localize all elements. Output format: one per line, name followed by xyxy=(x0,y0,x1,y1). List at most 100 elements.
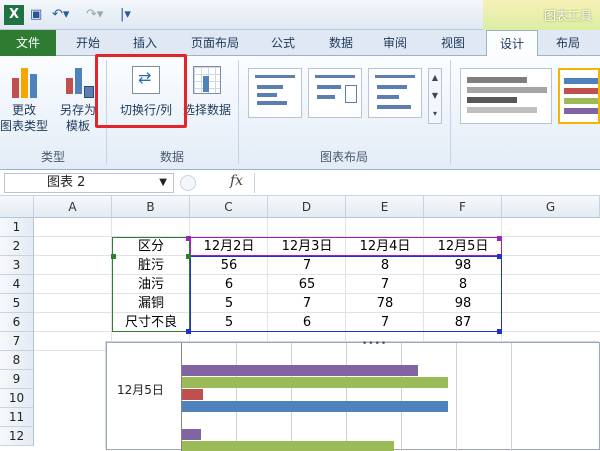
group-separator xyxy=(450,60,451,164)
table-cell[interactable]: 56 xyxy=(190,256,268,275)
row-header-10[interactable]: 10 xyxy=(0,389,34,408)
chart-bar[interactable] xyxy=(182,365,418,376)
name-box-value: 图表 2 xyxy=(47,175,86,190)
table-header-cell[interactable]: 区分 xyxy=(112,237,190,256)
chart-bar[interactable] xyxy=(182,429,201,440)
row-header-1[interactable]: 1 xyxy=(0,218,34,237)
chart-layout-1-thumbnail[interactable] xyxy=(248,68,302,118)
change-chart-type-button[interactable]: 更改 图表类型 xyxy=(0,60,48,144)
tab-insert[interactable]: 插入 xyxy=(120,30,170,56)
chart-bar[interactable] xyxy=(182,389,203,400)
embedded-bar-chart[interactable]: •••• 12月5日 xyxy=(106,339,600,451)
column-header-c[interactable]: C xyxy=(190,196,268,218)
table-cell[interactable]: 油污 xyxy=(112,275,190,294)
tab-home[interactable]: 开始 xyxy=(62,30,114,56)
chart-layout-3-thumbnail[interactable] xyxy=(368,68,422,118)
table-cell[interactable]: 7 xyxy=(268,294,346,313)
table-header-cell[interactable]: 12月2日 xyxy=(190,237,268,256)
column-header-b[interactable]: B xyxy=(112,196,190,218)
row-header-2[interactable]: 2 xyxy=(0,237,34,256)
annotation-highlight-box xyxy=(95,54,187,128)
table-cell[interactable]: 87 xyxy=(424,313,502,332)
table-cell[interactable]: 65 xyxy=(268,275,346,294)
table-cell[interactable]: 漏铜 xyxy=(112,294,190,313)
undo-icon[interactable]: ↶▾ xyxy=(52,6,69,24)
change-chart-type-label-2: 图表类型 xyxy=(0,119,49,133)
column-header-d[interactable]: D xyxy=(268,196,346,218)
chart-gridline xyxy=(511,343,512,451)
table-cell[interactable]: 98 xyxy=(424,256,502,275)
row-header-4[interactable]: 4 xyxy=(0,275,34,294)
insert-function-icon[interactable]: fx xyxy=(230,173,243,189)
ribbon: 更改 图表类型 另存为 模板 类型 ⇄ 切换行/列 选择数据 数据 ▲ ▼ ▾ … xyxy=(0,56,600,170)
chart-style-1-thumbnail[interactable] xyxy=(460,68,552,124)
formula-bar: 图表 2 ▼ fx xyxy=(0,170,600,196)
row-header-3[interactable]: 3 xyxy=(0,256,34,275)
table-header-cell[interactable]: 12月3日 xyxy=(268,237,346,256)
save-icon[interactable]: ▣ xyxy=(30,6,42,24)
select-data-icon xyxy=(189,62,225,98)
tab-page-layout[interactable]: 页面布局 xyxy=(180,30,250,56)
formula-bar-toggle-icon[interactable] xyxy=(180,175,196,191)
chart-tools-label: 图表工具 xyxy=(483,0,600,30)
chart-gridline xyxy=(291,343,292,451)
row-header-6[interactable]: 6 xyxy=(0,313,34,332)
name-box[interactable]: 图表 2 ▼ xyxy=(4,173,174,193)
name-box-dropdown-icon[interactable]: ▼ xyxy=(159,174,167,192)
table-cell[interactable]: 脏污 xyxy=(112,256,190,275)
table-header-cell[interactable]: 12月5日 xyxy=(424,237,502,256)
tab-view[interactable]: 视图 xyxy=(428,30,478,56)
table-cell[interactable]: 7 xyxy=(268,256,346,275)
chart-gridline xyxy=(456,343,457,451)
chart-layout-2-thumbnail[interactable] xyxy=(308,68,362,118)
tab-formulas[interactable]: 公式 xyxy=(258,30,308,56)
table-cell[interactable]: 6 xyxy=(268,313,346,332)
table-cell[interactable]: 尺寸不良 xyxy=(112,313,190,332)
tab-data[interactable]: 数据 xyxy=(316,30,366,56)
excel-logo-icon: X xyxy=(4,5,24,25)
table-cell[interactable]: 8 xyxy=(424,275,502,294)
tab-layout[interactable]: 布局 xyxy=(542,30,594,56)
group-label-data: 数据 xyxy=(159,150,184,164)
worksheet-grid[interactable]: A B C D E F G 1 2 3 4 5 6 7 8 9 10 11 12… xyxy=(0,196,600,451)
customize-quick-access-icon[interactable]: |▾ xyxy=(120,6,131,24)
table-cell[interactable]: 5 xyxy=(190,313,268,332)
table-header-cell[interactable]: 12月4日 xyxy=(346,237,424,256)
table-cell[interactable]: 7 xyxy=(346,275,424,294)
column-header-e[interactable]: E xyxy=(346,196,424,218)
row-header-8[interactable]: 8 xyxy=(0,351,34,370)
tab-review[interactable]: 审阅 xyxy=(370,30,420,56)
ribbon-tabs: 文件 开始 插入 页面布局 公式 数据 审阅 视图 设计 布局 xyxy=(0,30,600,57)
table-cell[interactable]: 8 xyxy=(346,256,424,275)
layout-gallery-scroll[interactable]: ▲ ▼ ▾ xyxy=(428,68,442,124)
column-header-g[interactable]: G xyxy=(502,196,600,218)
bar-chart-icon xyxy=(6,62,42,98)
chart-gridline xyxy=(236,343,237,451)
table-cell[interactable]: 98 xyxy=(424,294,502,313)
redo-icon[interactable]: ↷▾ xyxy=(86,6,103,24)
row-header-7[interactable]: 7 xyxy=(0,332,34,351)
table-cell[interactable]: 7 xyxy=(346,313,424,332)
table-cell[interactable]: 6 xyxy=(190,275,268,294)
chart-resize-handle[interactable]: •••• xyxy=(362,339,387,349)
chart-bar[interactable] xyxy=(182,377,448,388)
chart-style-2-thumbnail[interactable] xyxy=(558,68,600,124)
template-chart-icon xyxy=(60,62,96,98)
group-label-type: 类型 xyxy=(40,150,65,164)
column-header-f[interactable]: F xyxy=(424,196,502,218)
tab-file[interactable]: 文件 xyxy=(0,30,56,56)
select-all-corner[interactable] xyxy=(0,196,34,218)
chart-bar[interactable] xyxy=(182,401,448,412)
table-cell[interactable]: 5 xyxy=(190,294,268,313)
row-header-5[interactable]: 5 xyxy=(0,294,34,313)
select-data-button[interactable]: 选择数据 xyxy=(180,60,234,144)
row-header-12[interactable]: 12 xyxy=(0,427,34,446)
chart-gridline xyxy=(346,343,347,451)
tab-design[interactable]: 设计 xyxy=(486,30,538,57)
row-header-9[interactable]: 9 xyxy=(0,370,34,389)
chart-category-label: 12月5日 xyxy=(117,383,164,397)
table-cell[interactable]: 78 xyxy=(346,294,424,313)
column-header-a[interactable]: A xyxy=(34,196,112,218)
formula-input[interactable] xyxy=(254,173,600,193)
row-header-11[interactable]: 11 xyxy=(0,408,34,427)
